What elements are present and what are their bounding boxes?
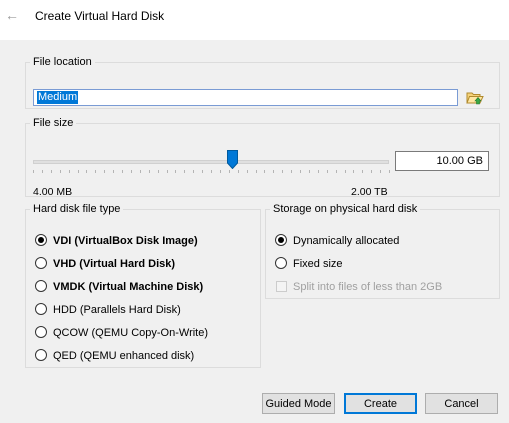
slider-tick <box>202 170 203 173</box>
storage-legend: Storage on physical hard disk <box>273 203 418 215</box>
dialog-title: Create Virtual Hard Disk <box>35 9 165 23</box>
storage-group: Storage on physical hard disk Dynamicall… <box>265 203 500 299</box>
file-size-group: File size 10.00 GB 4.00 MB 2.00 TB <box>25 117 500 198</box>
slider-tick <box>336 170 337 173</box>
disk-type-option-label: VMDK (Virtual Machine Disk) <box>53 281 204 293</box>
disk-type-option-label: VHD (Virtual Hard Disk) <box>53 258 176 270</box>
slider-tick <box>380 170 381 173</box>
slider-tick <box>60 170 61 173</box>
file-size-min-label: 4.00 MB <box>33 186 73 198</box>
dialog-header: ← Create Virtual Hard Disk <box>0 0 509 40</box>
file-size-legend: File size <box>33 117 74 129</box>
slider-tick <box>247 170 248 173</box>
slider-tick <box>211 170 212 173</box>
disk-type-legend: Hard disk file type <box>33 203 121 215</box>
radio-button[interactable] <box>275 257 287 269</box>
split-files-checkbox[interactable] <box>276 281 287 292</box>
slider-tick <box>309 170 310 173</box>
slider-tick <box>238 170 239 173</box>
file-location-input[interactable]: Medium <box>33 89 458 106</box>
slider-tick <box>149 170 150 173</box>
folder-icon[interactable] <box>466 90 484 106</box>
slider-tick <box>69 170 70 173</box>
slider-tick <box>264 170 265 173</box>
slider-tick <box>184 170 185 173</box>
slider-tick <box>33 170 34 173</box>
disk-type-option-label: VDI (VirtualBox Disk Image) <box>53 235 198 247</box>
slider-tick <box>282 170 283 173</box>
slider-tick <box>113 170 114 173</box>
radio-button[interactable] <box>35 326 47 338</box>
slider-tick <box>122 170 123 173</box>
slider-tick <box>104 170 105 173</box>
slider-tick <box>78 170 79 173</box>
cancel-button[interactable]: Cancel <box>425 393 498 414</box>
radio-button[interactable] <box>35 234 47 246</box>
slider-tick <box>167 170 168 173</box>
slider-tick <box>42 170 43 173</box>
file-size-slider-track[interactable] <box>33 160 389 164</box>
disk-type-option-label: QED (QEMU enhanced disk) <box>53 350 195 362</box>
slider-tick <box>389 170 390 173</box>
slider-tick <box>371 170 372 173</box>
slider-tick <box>327 170 328 173</box>
storage-option-label: Dynamically allocated <box>293 235 400 247</box>
guided-mode-button[interactable]: Guided Mode <box>262 393 335 414</box>
slider-tick <box>256 170 257 173</box>
file-location-legend: File location <box>33 56 92 68</box>
radio-button[interactable] <box>35 349 47 361</box>
disk-type-option-label: HDD (Parallels Hard Disk) <box>53 304 181 316</box>
split-files-label: Split into files of less than 2GB <box>293 281 443 293</box>
slider-tick <box>220 170 221 173</box>
slider-tick <box>353 170 354 173</box>
slider-tick <box>86 170 87 173</box>
file-size-slider-thumb[interactable] <box>227 150 238 170</box>
slider-tick <box>300 170 301 173</box>
back-arrow-icon[interactable]: ← <box>5 8 19 22</box>
slider-tick <box>291 170 292 173</box>
slider-tick <box>362 170 363 173</box>
slider-tick <box>229 170 230 173</box>
slider-tick <box>158 170 159 173</box>
file-size-input[interactable]: 10.00 GB <box>395 151 489 171</box>
radio-button[interactable] <box>35 280 47 292</box>
slider-tick <box>175 170 176 173</box>
create-button[interactable]: Create <box>344 393 417 414</box>
radio-button[interactable] <box>35 257 47 269</box>
slider-tick <box>51 170 52 173</box>
slider-tick <box>131 170 132 173</box>
storage-option-label: Fixed size <box>293 258 343 270</box>
slider-tick <box>318 170 319 173</box>
radio-button[interactable] <box>35 303 47 315</box>
file-size-max-label: 2.00 TB <box>351 186 388 198</box>
slider-tick <box>345 170 346 173</box>
radio-button[interactable] <box>275 234 287 246</box>
slider-tick <box>95 170 96 173</box>
slider-tick <box>193 170 194 173</box>
slider-tick <box>273 170 274 173</box>
file-location-value: Medium <box>37 91 79 104</box>
disk-type-option-label: QCOW (QEMU Copy-On-Write) <box>53 327 209 339</box>
disk-type-group: Hard disk file type VDI (VirtualBox Disk… <box>25 203 261 368</box>
file-location-group: File location Medium <box>25 56 500 109</box>
slider-tick <box>140 170 141 173</box>
